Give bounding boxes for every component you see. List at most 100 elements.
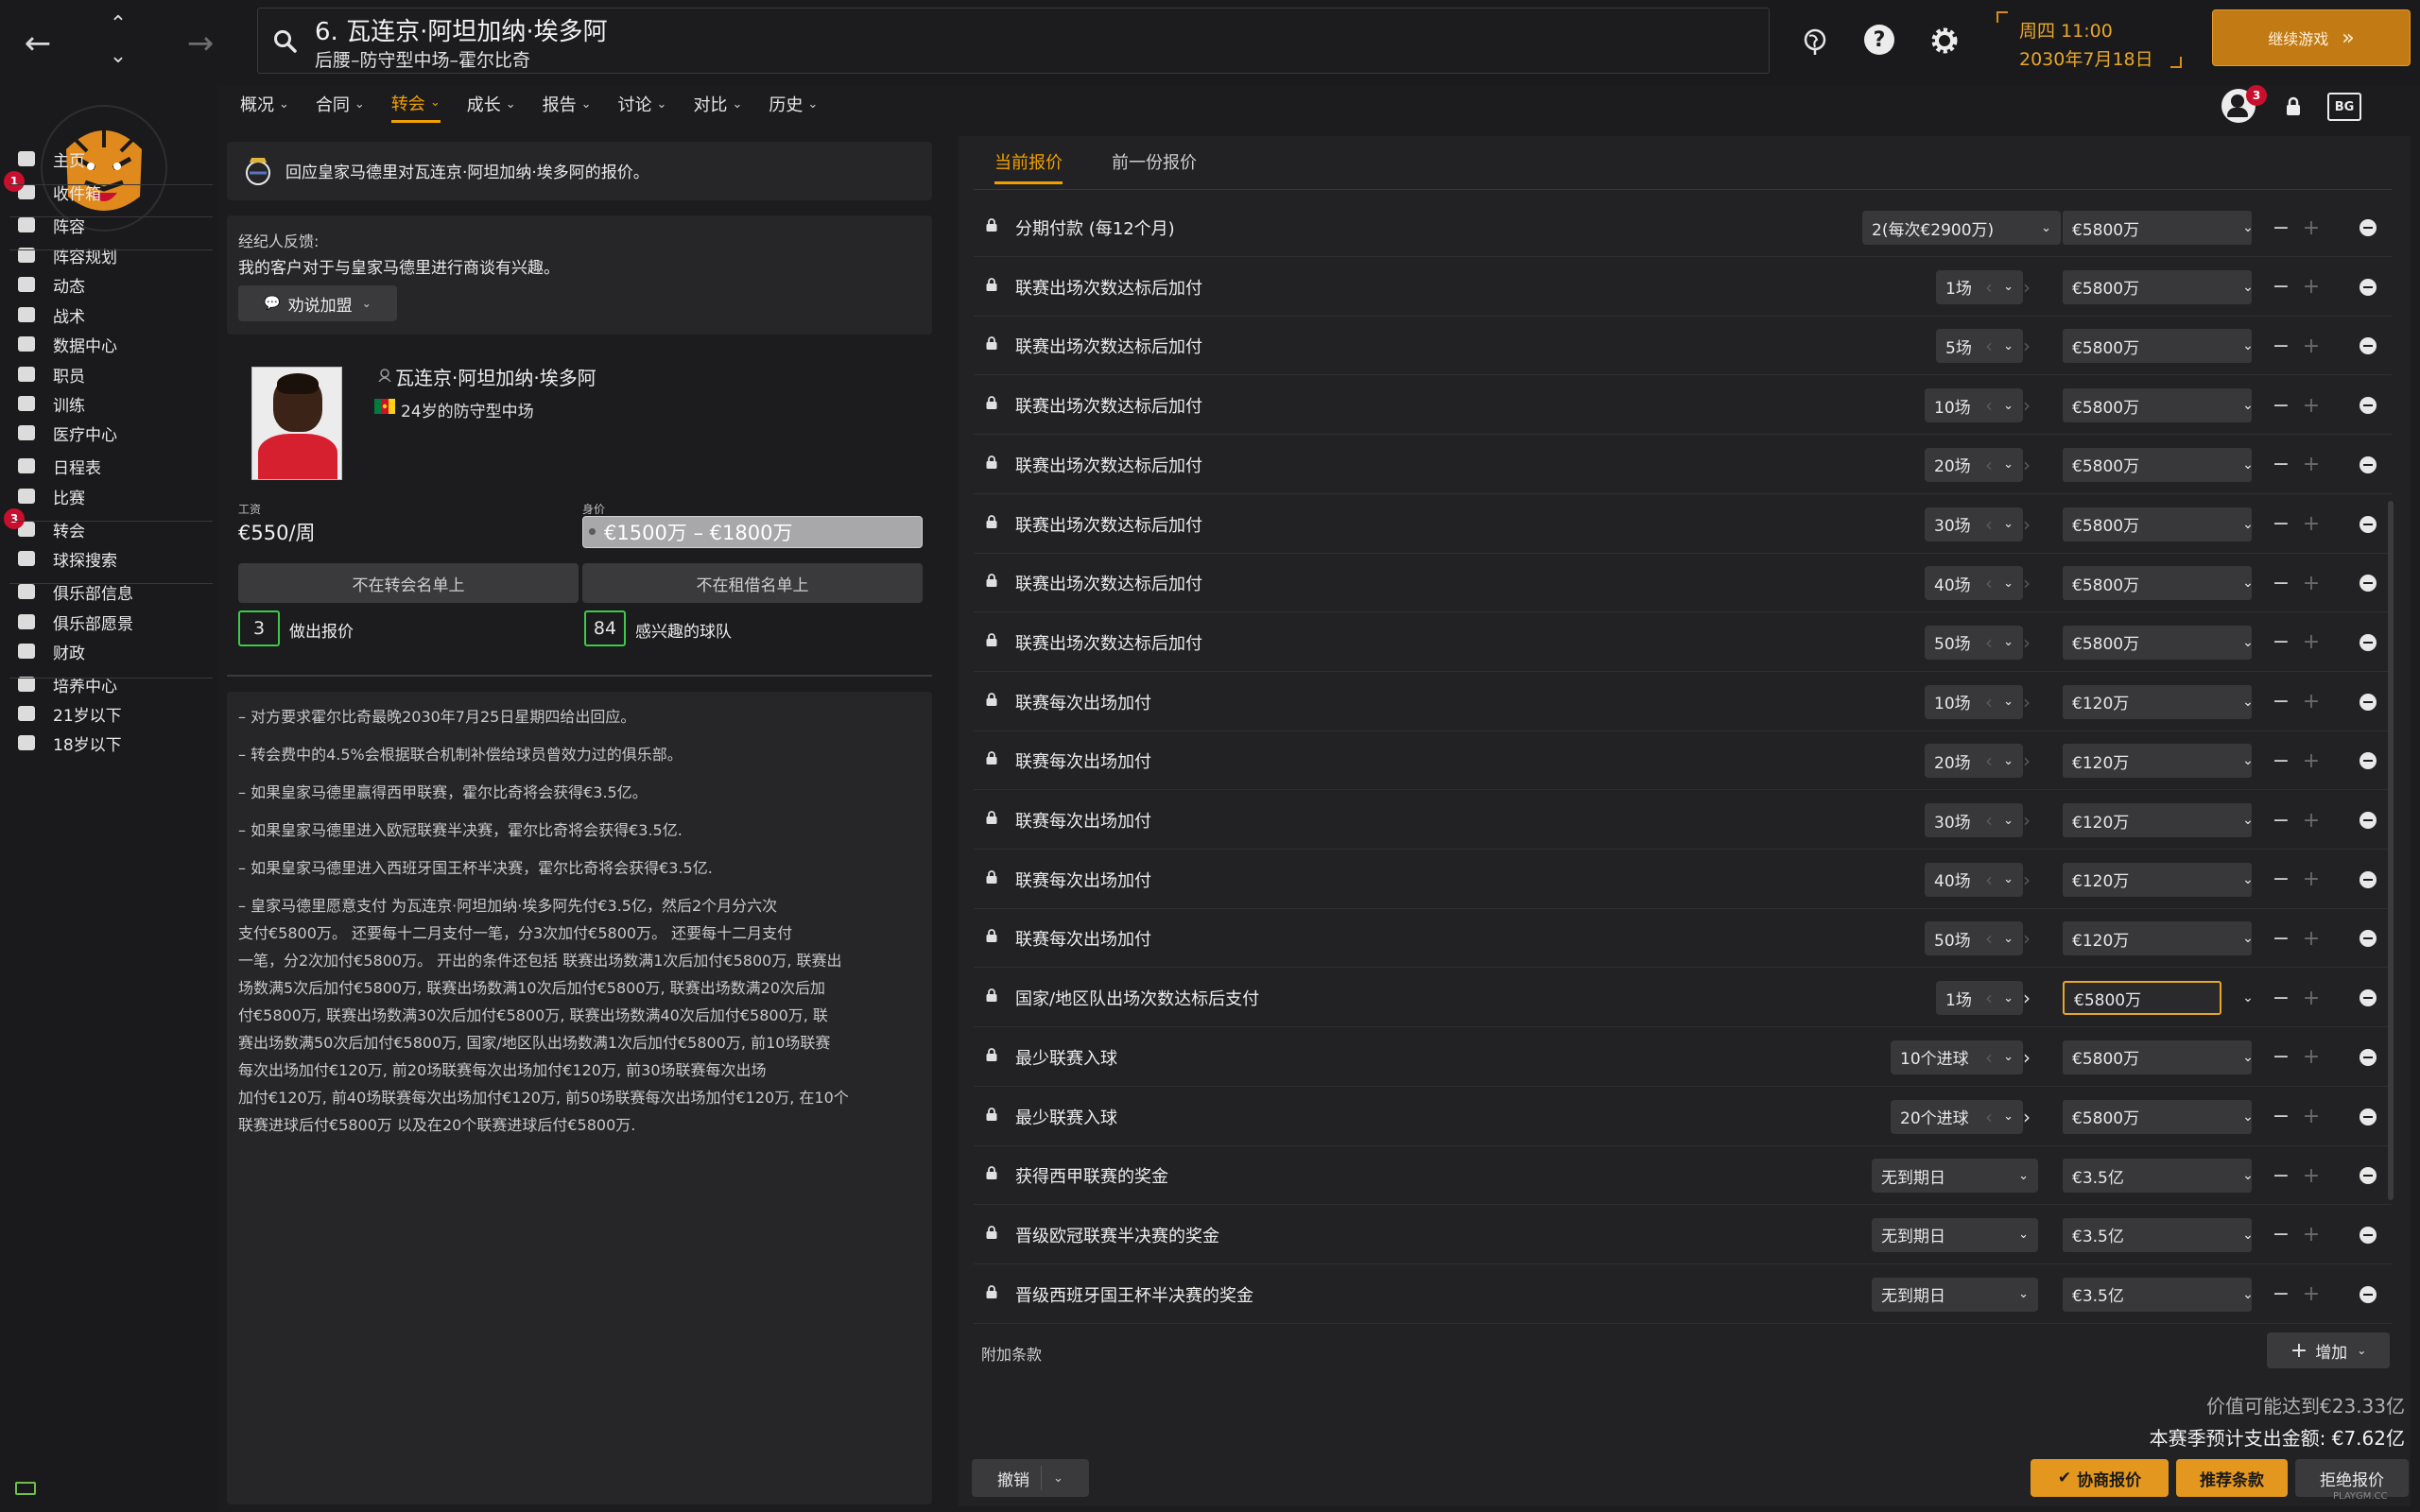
minus-icon[interactable]: − [2267,803,2295,837]
lock-icon[interactable] [985,811,998,824]
chevron-left-icon[interactable]: ‹ [1972,448,2006,482]
continue-button[interactable]: 继续游戏 » [2212,9,2411,66]
chevron-down-icon[interactable]: ⌄ [2231,448,2265,482]
clause-amount-input[interactable]: €120万 [2063,744,2252,779]
sidebar-item-9[interactable]: 医疗中心 [0,414,217,452]
globe-icon[interactable] [1800,26,1830,57]
chevron-down-icon[interactable]: ⌄ [2231,921,2265,955]
chevron-left-icon[interactable]: ‹ [1972,921,2006,955]
remove-clause-icon[interactable] [2360,219,2377,236]
chevron-left-icon[interactable]: ‹ [1972,388,2006,422]
minus-icon[interactable]: − [2267,448,2295,482]
minus-icon[interactable]: − [2267,1218,2295,1252]
chevron-down-icon[interactable]: ⌄ [2231,981,2265,1015]
chevron-left-icon[interactable]: ‹ [1972,507,2006,541]
minus-icon[interactable]: − [2267,685,2295,719]
not-loan-listed-button[interactable]: 不在租借名单上 [582,563,923,603]
sidebar-item-16[interactable]: 财政 [0,632,217,670]
minus-icon[interactable]: − [2267,981,2295,1015]
plus-icon[interactable]: + [2297,1159,2325,1193]
clause-amount-input[interactable]: €120万 [2063,921,2252,956]
minus-icon[interactable]: − [2267,744,2295,778]
remove-clause-icon[interactable] [2360,1048,2377,1066]
clause-amount-input[interactable]: €3.5亿 [2063,1277,2252,1312]
remove-clause-icon[interactable] [2360,575,2377,593]
clause-amount-input[interactable]: €5800万 [2063,566,2252,601]
clause-amount-input[interactable]: €120万 [2063,803,2252,837]
chevron-right-icon[interactable]: › [2010,626,2044,660]
remove-clause-icon[interactable] [2360,693,2377,711]
tab-reports[interactable]: 报告 ⌄ [543,85,592,123]
chevron-right-icon[interactable]: › [2010,566,2044,600]
chevron-right-icon[interactable]: › [2010,981,2044,1015]
remove-clause-icon[interactable] [2360,397,2377,415]
chevron-down-icon[interactable]: ⌄ [2231,744,2265,778]
remove-clause-icon[interactable] [2360,812,2377,829]
negotiate-button[interactable]: ✔ 协商报价 [2031,1459,2169,1497]
lock-icon[interactable] [985,574,998,588]
sidebar-item-0[interactable]: 主页 [0,140,217,178]
add-clause-button[interactable]: + 增加 ⌄ [2267,1332,2390,1368]
chevron-down-icon[interactable]: ⌄ [2231,626,2265,660]
chevron-down-icon[interactable]: ⌄ [2231,507,2265,541]
chevron-left-icon[interactable]: ‹ [1972,270,2006,304]
minus-icon[interactable]: − [2267,566,2295,600]
clause-amount-input[interactable]: €5800万 [2063,981,2221,1016]
chevron-down-icon[interactable]: ⌄ [2231,1040,2265,1074]
minus-icon[interactable]: − [2267,211,2295,245]
remove-clause-icon[interactable] [2360,278,2377,296]
lock-icon[interactable] [985,396,998,410]
chevron-right-icon[interactable]: › [2010,1100,2044,1134]
bg-icon[interactable]: BG [2327,93,2361,121]
plus-icon[interactable]: + [2297,863,2325,897]
clause-amount-input[interactable]: €5800万 [2063,447,2252,482]
clause-option-select[interactable]: 无到期日 ⌄ [1872,1217,2038,1252]
lock-icon[interactable] [985,1226,998,1239]
clause-amount-input[interactable]: €5800万 [2063,625,2252,660]
minus-icon[interactable]: − [2267,626,2295,660]
chevron-down-icon[interactable]: ⌄ [2231,1159,2265,1193]
lock-icon[interactable] [985,336,998,351]
chevron-right-icon[interactable]: › [2010,921,2044,955]
clause-amount-input[interactable]: €3.5亿 [2063,1159,2252,1194]
plus-icon[interactable]: + [2297,981,2325,1015]
tab-compare[interactable]: 对比 ⌄ [693,85,742,123]
clause-amount-input[interactable]: €5800万 [2063,1099,2252,1134]
plus-icon[interactable]: + [2297,1218,2325,1252]
chevron-down-icon[interactable]: ⌄ [2231,1278,2265,1312]
scrollbar[interactable] [2388,501,2394,1200]
help-icon[interactable]: ? [1864,25,1894,55]
lock-icon[interactable] [985,869,998,884]
lock-icon[interactable] [985,218,998,232]
minus-icon[interactable]: − [2267,1100,2295,1134]
lock-icon[interactable] [985,988,998,1003]
plus-icon[interactable]: + [2297,566,2325,600]
plus-icon[interactable]: + [2297,448,2325,482]
chevron-down-icon[interactable]: ⌄ [2231,863,2265,897]
clause-amount-input[interactable]: €120万 [2063,684,2252,719]
chevron-left-icon[interactable]: ‹ [1972,329,2006,363]
back-icon[interactable]: ← [17,23,59,64]
lock-icon[interactable] [985,514,998,528]
chevron-down-icon[interactable]: ⌄ [2231,1218,2265,1252]
plus-icon[interactable]: + [2297,1100,2325,1134]
clause-amount-input[interactable]: €3.5亿 [2063,1217,2252,1252]
chevron-down-icon[interactable]: ⌄ [2231,329,2265,363]
tab-history[interactable]: 历史 ⌄ [769,85,818,123]
minus-icon[interactable]: − [2267,270,2295,304]
clause-option-select[interactable]: 无到期日 ⌄ [1872,1277,2038,1312]
chevron-left-icon[interactable]: ‹ [1972,863,2006,897]
chevron-right-icon[interactable]: › [2010,685,2044,719]
remove-clause-icon[interactable] [2360,633,2377,651]
clause-amount-input[interactable]: €5800万 [2063,329,2252,364]
lock-icon[interactable] [985,1284,998,1298]
value-range-bar[interactable]: €1500万 – €1800万 [582,516,923,548]
player-photo[interactable] [251,367,342,480]
clause-option-select[interactable]: 2(每次€2900万) ⌄ [1862,211,2061,245]
tab-development[interactable]: 成长 ⌄ [467,85,516,123]
sidebar-item-19[interactable]: 18岁以下 [0,724,217,762]
clause-option-select[interactable]: 无到期日 ⌄ [1872,1159,2038,1194]
clause-amount-input[interactable]: €5800万 [2063,211,2252,245]
lock-icon[interactable] [985,692,998,706]
remove-clause-icon[interactable] [2360,1108,2377,1125]
